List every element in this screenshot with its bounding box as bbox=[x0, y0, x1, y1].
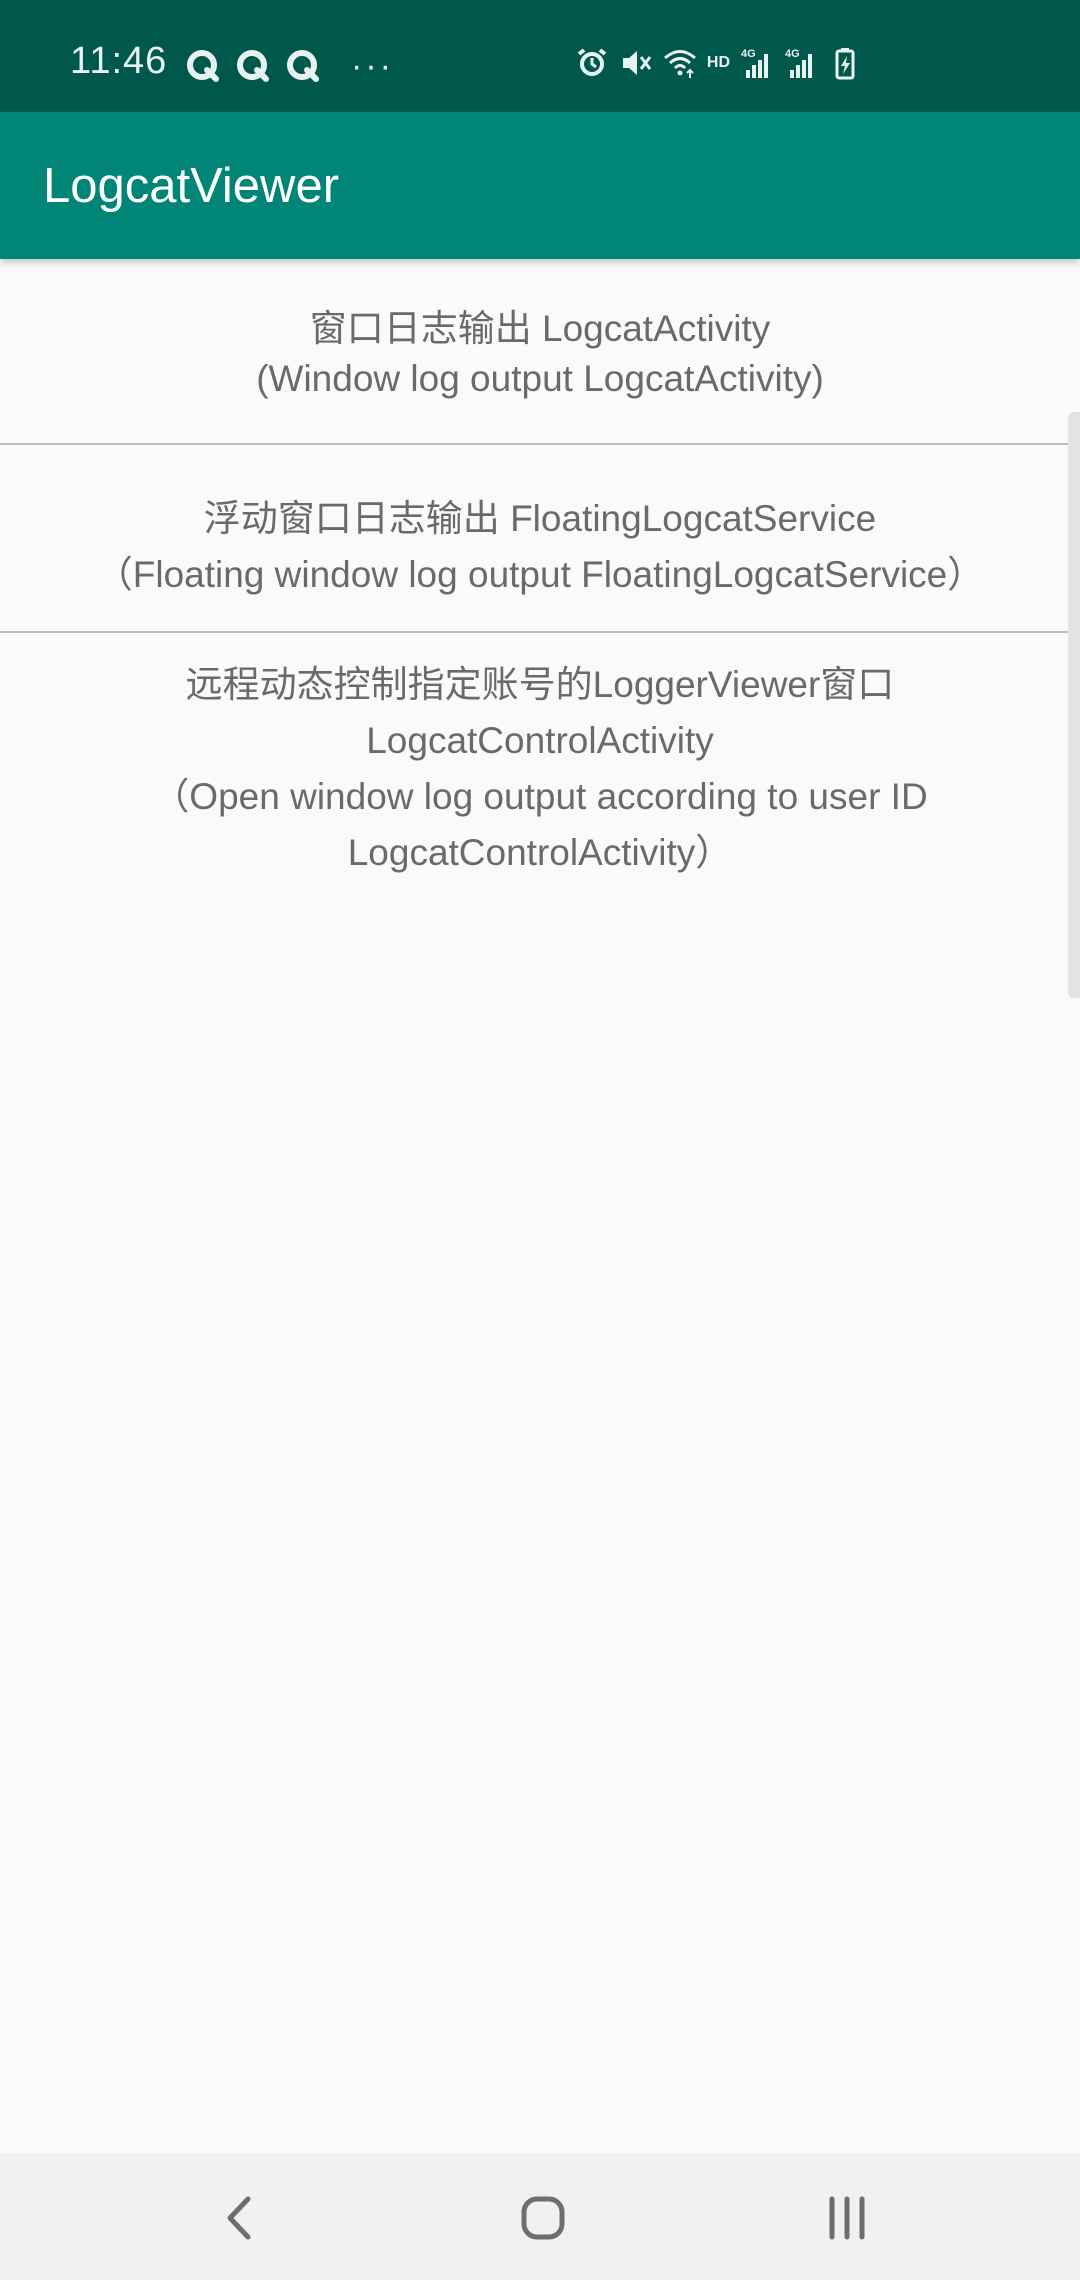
list-item-text: 浮动窗口日志输出 FloatingLogcatService （Floating… bbox=[0, 491, 1080, 603]
list-item-title: 浮动窗口日志输出 FloatingLogcatService bbox=[203, 498, 877, 539]
list-item-subtitle-cont: LogcatControlActivity） bbox=[347, 832, 733, 873]
list-item-floating-logcat-service[interactable]: 浮动窗口日志输出 FloatingLogcatService （Floating… bbox=[0, 445, 1080, 631]
recents-icon bbox=[829, 2196, 865, 2240]
wifi-icon bbox=[663, 50, 696, 78]
overflow-dots-icon: ··· bbox=[351, 47, 394, 85]
activity-list: 窗口日志输出 LogcatActivity (Window log output… bbox=[0, 259, 1080, 893]
list-item-title-cont: LogcatControlActivity bbox=[366, 720, 714, 761]
system-icons: HD 4G 4G bbox=[575, 46, 862, 80]
back-button[interactable] bbox=[205, 2183, 275, 2253]
recents-button[interactable] bbox=[812, 2183, 882, 2253]
list-item-logcat-control-activity[interactable]: 远程动态控制指定账号的LoggerViewer窗口 LogcatControlA… bbox=[0, 633, 1080, 893]
hd-label: HD bbox=[706, 54, 730, 71]
q-notification-icon bbox=[237, 50, 269, 82]
status-time: 11:46 bbox=[70, 40, 168, 82]
list-item-subtitle: （Open window log output according to use… bbox=[152, 776, 928, 817]
app-bar: LogcatViewer bbox=[0, 112, 1080, 259]
svg-text:4G: 4G bbox=[785, 48, 800, 60]
mute-icon bbox=[622, 51, 652, 75]
list-item-subtitle: （Floating window log output FloatingLogc… bbox=[95, 554, 985, 595]
list-item-text: 窗口日志输出 LogcatActivity (Window log output… bbox=[0, 304, 1080, 404]
q-notification-icon bbox=[287, 50, 319, 82]
list-item-logcat-activity[interactable]: 窗口日志输出 LogcatActivity (Window log output… bbox=[0, 259, 1080, 443]
alarm-icon bbox=[577, 48, 607, 76]
list-item-text: 远程动态控制指定账号的LoggerViewer窗口 LogcatControlA… bbox=[0, 657, 1080, 881]
signal-4g-icon: 4G bbox=[785, 48, 812, 78]
notification-icons: ··· bbox=[185, 48, 394, 84]
battery-charging-icon bbox=[835, 48, 855, 80]
screen: 11:46 ··· HD 4G 4G LogcatViewer 窗口日志输出 L… bbox=[0, 0, 1080, 2280]
navigation-bar bbox=[0, 2153, 1080, 2280]
home-button[interactable] bbox=[508, 2183, 578, 2253]
list-item-title: 窗口日志输出 LogcatActivity bbox=[309, 308, 771, 349]
q-notification-icon bbox=[187, 50, 219, 82]
app-title: LogcatViewer bbox=[43, 159, 340, 213]
list-item-subtitle: (Window log output LogcatActivity) bbox=[256, 358, 824, 399]
list-item-title: 远程动态控制指定账号的LoggerViewer窗口 bbox=[185, 664, 895, 705]
svg-text:4G: 4G bbox=[741, 48, 756, 60]
scrollbar[interactable] bbox=[1068, 412, 1080, 998]
signal-4g-icon: 4G bbox=[741, 48, 768, 78]
back-icon bbox=[227, 2196, 251, 2240]
home-icon bbox=[521, 2196, 565, 2240]
status-bar: 11:46 ··· HD 4G 4G bbox=[0, 0, 1080, 112]
